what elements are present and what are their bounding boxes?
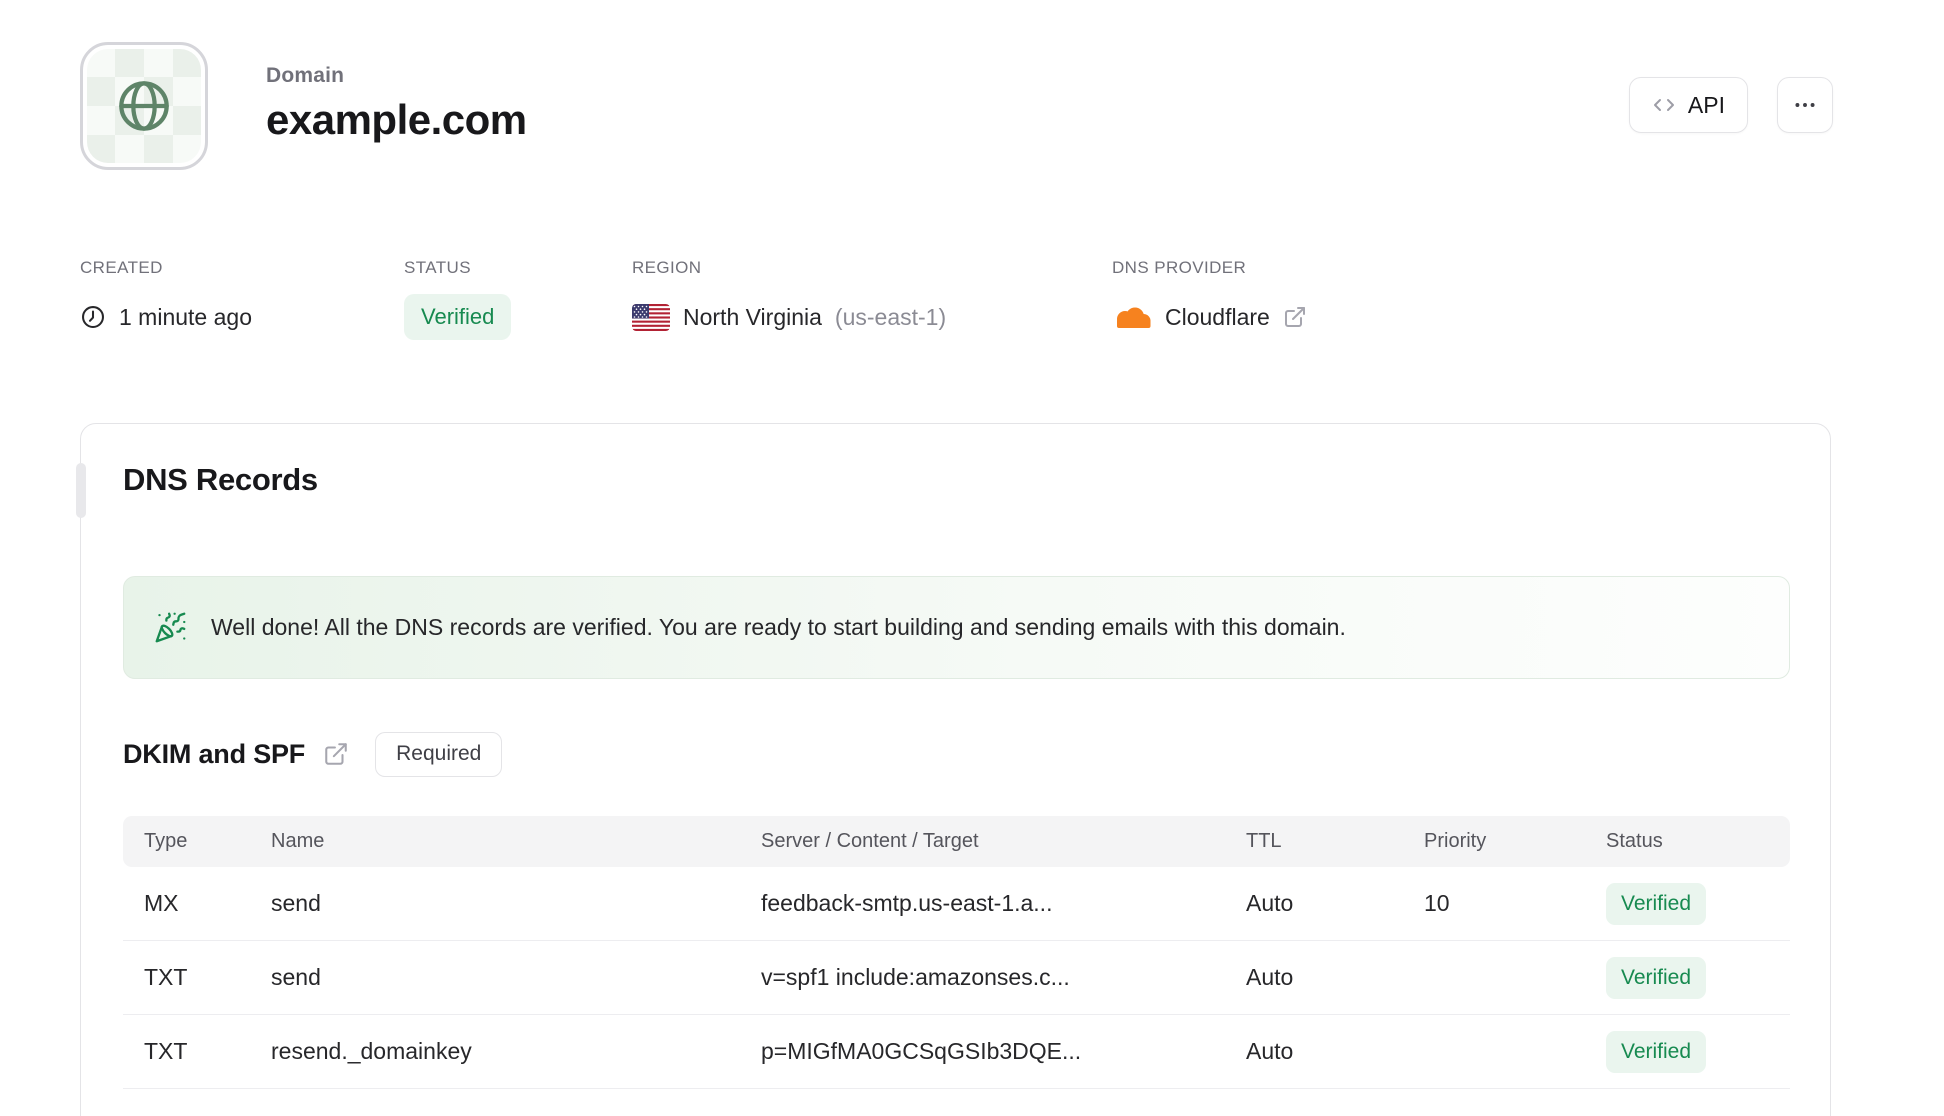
page-title: example.com: [266, 96, 527, 143]
region-name: North Virginia: [683, 303, 822, 330]
column-header-type: Type: [144, 830, 188, 852]
created-label: CREATED: [80, 258, 163, 277]
meta-region: REGION North Virginia (us-east-1): [632, 258, 946, 340]
meta-dns-provider: DNS PROVIDER Cloudflare: [1112, 258, 1307, 340]
table-header-row: Type Name Server / Content / Target TTL …: [123, 816, 1790, 867]
column-header-name: Name: [271, 830, 325, 852]
cell-type: TXT: [144, 964, 188, 990]
region-label: REGION: [632, 258, 702, 277]
status-label: STATUS: [404, 258, 471, 277]
required-badge: Required: [375, 731, 503, 777]
success-banner: Well done! All the DNS records are verif…: [123, 576, 1790, 679]
code-icon: [1652, 93, 1676, 117]
cell-ttl: Auto: [1246, 1038, 1294, 1064]
cell-content: p=MIGfMA0GCSqGSIb3DQE...: [761, 1038, 1082, 1064]
dns-provider-value: Cloudflare: [1165, 303, 1270, 330]
cell-priority: 10: [1424, 890, 1450, 916]
api-button[interactable]: API: [1628, 77, 1748, 133]
cell-ttl: Auto: [1246, 890, 1294, 916]
table-row: TXT send v=spf1 include:amazonses.c... A…: [123, 941, 1790, 1015]
dns-records-table: Type Name Server / Content / Target TTL …: [123, 816, 1790, 1089]
cloudflare-icon: [1112, 304, 1152, 331]
created-value: 1 minute ago: [119, 303, 252, 330]
external-link-icon[interactable]: [323, 741, 349, 767]
meta-status: STATUS Verified: [404, 258, 512, 340]
meta-created: CREATED 1 minute ago: [80, 258, 252, 340]
page-header: Domain example.com: [266, 64, 527, 144]
party-popper-icon: [154, 611, 187, 644]
domain-detail-page: Domain example.com API CREATED 1 minute …: [0, 0, 1944, 1116]
header-actions: API: [1628, 77, 1833, 133]
cell-name: resend._domainkey: [271, 1038, 472, 1064]
record-status-badge: Verified: [1606, 1030, 1707, 1073]
table-row: TXT resend._domainkey p=MIGfMA0GCSqGSIb3…: [123, 1015, 1790, 1089]
cell-content: v=spf1 include:amazonses.c...: [761, 964, 1070, 990]
domain-avatar: [80, 42, 208, 170]
dns-provider-label: DNS PROVIDER: [1112, 258, 1247, 277]
api-button-label: API: [1687, 91, 1725, 118]
more-options-button[interactable]: [1777, 77, 1833, 133]
column-header-status: Status: [1606, 830, 1663, 852]
dkim-section-header: DKIM and SPF Required: [123, 729, 503, 779]
cell-ttl: Auto: [1246, 964, 1294, 990]
page-eyebrow: Domain: [266, 64, 345, 87]
globe-icon: [112, 74, 176, 138]
ellipsis-icon: [1792, 92, 1818, 118]
cell-type: MX: [144, 890, 179, 916]
cell-content: feedback-smtp.us-east-1.a...: [761, 890, 1053, 916]
column-header-priority: Priority: [1424, 830, 1487, 852]
record-status-badge: Verified: [1606, 882, 1707, 925]
success-banner-text: Well done! All the DNS records are verif…: [211, 614, 1346, 640]
column-header-ttl: TTL: [1246, 830, 1282, 852]
dns-records-card: DNS Records Well done! All the DNS recor…: [76, 423, 1831, 1116]
column-header-content: Server / Content / Target: [761, 830, 979, 852]
record-status-badge: Verified: [1606, 956, 1707, 999]
dns-records-title: DNS Records: [123, 462, 318, 497]
status-badge: Verified: [404, 294, 512, 340]
external-link-icon[interactable]: [1283, 305, 1307, 329]
cell-type: TXT: [144, 1038, 188, 1064]
section-indicator: [76, 463, 86, 518]
region-code: (us-east-1): [834, 303, 947, 330]
clock-icon: [80, 304, 106, 330]
cell-name: send: [271, 890, 321, 916]
table-row: MX send feedback-smtp.us-east-1.a... Aut…: [123, 867, 1790, 941]
us-flag-icon: [632, 303, 670, 331]
cell-name: send: [271, 964, 321, 990]
dkim-section-title: DKIM and SPF: [123, 738, 306, 769]
